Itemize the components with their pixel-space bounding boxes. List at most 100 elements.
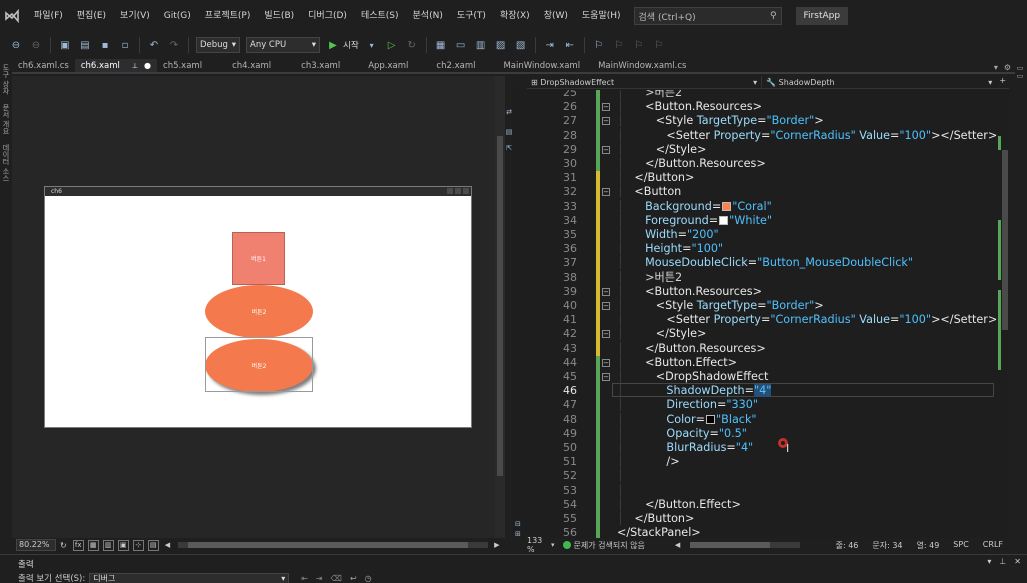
chevron-down-icon[interactable]: ▾ [551,541,555,549]
code-text[interactable]: │ <Button.Effect> [617,356,737,370]
effects-button[interactable]: fx [72,539,84,551]
navigation-type-select[interactable]: ⊞ DropShadowEffect ▾ [527,76,761,88]
menu-test[interactable]: 테스트(S) [354,0,406,32]
new-project-icon[interactable]: ▣ [58,38,72,52]
code-line[interactable]: 35 │ Width="200" [513,228,1009,243]
code-text[interactable]: │ Background= "Coral" [617,200,772,214]
toolbox-tab[interactable]: 도구 상자 [1,64,11,94]
solution-explorer-tab[interactable]: ▭▭ [1016,64,1024,80]
prev-bookmark-icon[interactable]: ⚐ [612,38,626,52]
refresh-icon[interactable]: ↻ [60,541,67,550]
redo-icon[interactable]: ↷ [167,38,181,52]
code-text[interactable]: │ <Setter Property="CornerRadius" Value=… [617,129,997,143]
scroll-left-icon[interactable]: ◀ [675,541,680,549]
code-text[interactable]: │ <Button.Resources> [617,100,762,114]
menu-file[interactable]: 파일(F) [27,0,70,32]
layout-icon[interactable]: ▭ [454,38,468,52]
tab-mainwindow-xaml-cs[interactable]: MainWindow.xaml.cs [592,59,692,72]
history-icon[interactable]: ◷ [365,574,372,583]
code-text[interactable]: │ <Style TargetType="Border"> [617,114,824,128]
tab-mainwindow-xaml[interactable]: MainWindow.xaml [497,59,586,72]
uncomment-icon[interactable]: ▧ [514,38,528,52]
start-icon[interactable]: ▶ [326,38,340,52]
code-line[interactable]: 44 − │ <Button.Effect> [513,355,1009,370]
code-text[interactable]: │ </Button> [617,171,694,185]
forward-icon[interactable]: ⊖ [29,38,43,52]
editor-horizontal-scrollbar[interactable] [690,542,801,548]
start-button[interactable]: 시작 [343,39,359,51]
code-text[interactable]: │ Opacity="0.5" [617,427,747,441]
button-1[interactable]: 버튼1 [232,232,285,285]
fold-toggle-icon[interactable]: − [602,302,610,310]
code-line[interactable]: 45 − │ <DropShadowEffect [513,370,1009,385]
code-line[interactable]: 30 │ </Button.Resources> [513,157,1009,172]
word-wrap-icon[interactable]: ↩ [350,574,357,583]
tab-app-xaml[interactable]: App.xaml [362,59,414,72]
scroll-right-icon[interactable]: ▶ [494,541,499,549]
menu-analyze[interactable]: 분석(N) [406,0,450,32]
project-code-icon[interactable]: ▤ [147,539,159,551]
next-bookmark-icon[interactable]: ⚐ [632,38,646,52]
fold-toggle-icon[interactable]: − [602,188,610,197]
background-icon[interactable]: ▥ [102,539,114,551]
document-outline-tab[interactable]: 문서 개요 [1,104,11,134]
save-icon[interactable]: ▪ [98,38,112,52]
clear-bookmarks-icon[interactable]: ⚐ [652,38,666,52]
issues-indicator[interactable]: 문제가 검색되지 않음 [562,540,645,551]
code-line[interactable]: 47 │ Direction="330" [513,398,1009,413]
tab-ch4-xaml[interactable]: ch4.xaml [226,59,277,72]
chevron-down-icon[interactable]: ▾ [365,38,379,52]
code-line[interactable]: 36 │ Height="100" [513,242,1009,257]
code-text[interactable]: │ [617,484,624,498]
code-line[interactable]: 39 − │ <Button.Resources> [513,284,1009,299]
designer-vertical-scrollbar[interactable] [495,76,505,538]
code-text[interactable]: │ >버튼2 [617,90,682,100]
code-line[interactable]: 43 │ </Button.Resources> [513,341,1009,356]
menu-edit[interactable]: 편집(E) [70,0,113,32]
menu-debug[interactable]: 디버그(D) [301,0,354,32]
code-line[interactable]: 27 − │ <Style TargetType="Border"> [513,114,1009,129]
save-all-icon[interactable]: ▫ [118,38,132,52]
code-line[interactable]: 34 │ Foreground= "White" [513,213,1009,228]
code-text[interactable]: │ ShadowDepth="4" [617,384,772,398]
pin-icon[interactable]: ⊥ [132,62,138,70]
tab-ch6-xaml-cs[interactable]: ch6.xaml.cs [12,59,75,72]
code-text[interactable]: │ MouseDoubleClick="Button_MouseDoubleCl… [617,256,913,270]
swap-panes-icon[interactable]: ⇄ [505,108,513,116]
line-ending[interactable]: CRLF [983,540,1003,551]
code-text[interactable]: │ Direction="330" [617,398,758,412]
clear-all-icon[interactable]: ⌫ [331,574,342,583]
code-line[interactable]: 51 │ /> [513,455,1009,470]
fold-toggle-icon[interactable]: − [602,358,610,367]
tab-list-icon[interactable]: ▾ [994,63,998,72]
code-line[interactable]: 48 │ Color= "Black" [513,412,1009,427]
fold-toggle-icon[interactable]: − [602,330,610,339]
code-text[interactable]: │ </Style> [617,143,706,157]
scroll-thumb[interactable] [497,136,503,476]
navigation-member-select[interactable]: 🔧 ShadowDepth ▾ [761,76,996,88]
code-text[interactable]: │ </Style> [617,327,706,341]
undo-icon[interactable]: ↶ [147,38,161,52]
menu-tools[interactable]: 도구(T) [450,0,493,32]
settings-gear-icon[interactable]: ⚙ [1004,63,1011,72]
add-icon[interactable]: + [996,76,1009,88]
fold-toggle-icon[interactable]: − [602,103,610,112]
configuration-select[interactable]: Debug ▾ [196,37,240,53]
code-line[interactable]: 31 │ </Button> [513,171,1009,186]
device-icon[interactable]: ▥ [474,38,488,52]
fold-toggle-icon[interactable]: − [602,117,610,126]
horizontal-split-icon[interactable]: ⇱ [505,144,513,152]
code-text[interactable]: │ Color= "Black" [617,413,757,427]
code-text[interactable]: </StackPanel> [617,526,701,538]
snap-lines-icon[interactable]: ⊹ [132,539,144,551]
dropdown-icon[interactable]: ▾ [987,557,991,566]
code-text[interactable]: │ </Button.Resources> [617,157,766,171]
code-text[interactable]: │ BlurRadius="4" [617,441,753,455]
pane-splitter[interactable]: ⇄ ▤ ⇱ [505,76,513,552]
menu-extensions[interactable]: 확장(X) [493,0,537,32]
designer-horizontal-scrollbar[interactable] [178,542,489,548]
output-source-select[interactable]: 디버그 ▾ [89,572,290,583]
design-window[interactable]: ch6 버튼1 버튼2 버튼2 [44,186,472,428]
close-icon[interactable]: ✕ [1014,557,1021,566]
code-line[interactable]: 56 </StackPanel> [513,526,1009,538]
